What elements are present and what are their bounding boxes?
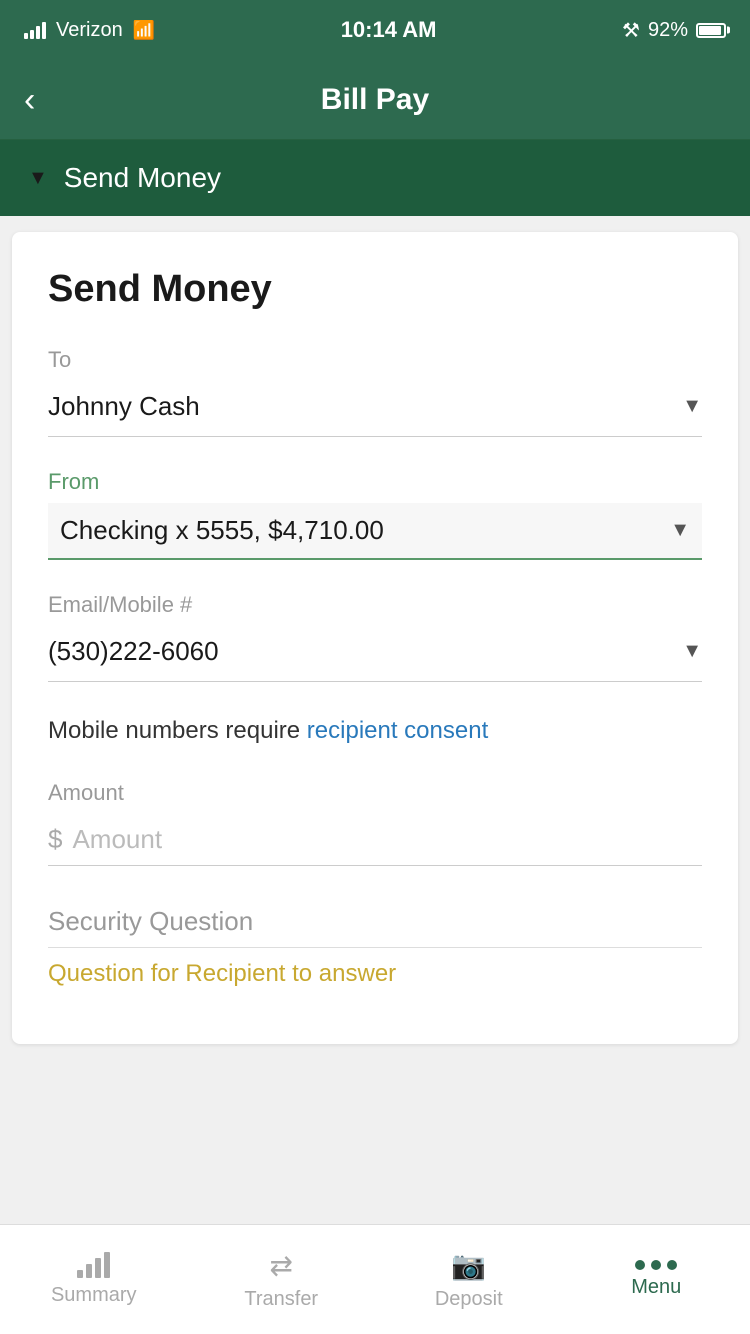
security-question-group: Security Question Question for Recipient… [48,906,702,988]
carrier-label: Verizon [56,19,123,42]
email-value: (530)222-6060 [48,636,219,667]
status-right: ⚒ 92% [622,18,726,43]
amount-field-group: Amount $ Amount [48,780,702,866]
status-left: Verizon 📶 [24,19,155,42]
security-placeholder[interactable]: Question for Recipient to answer [48,960,396,987]
to-field-group: To Johnny Cash ▼ [48,347,702,437]
from-field-group: From Checking x 5555, $4,710.00 ▼ [48,469,702,560]
battery-icon [696,23,726,38]
email-field-group: Email/Mobile # (530)222-6060 ▼ [48,592,702,682]
menu-icon [635,1260,677,1270]
recipient-consent-link[interactable]: recipient consent [307,717,488,744]
battery-percent: 92% [648,19,688,42]
dropdown-header[interactable]: ▼ Send Money [0,140,750,216]
status-bar: Verizon 📶 10:14 AM ⚒ 92% [0,0,750,60]
camera-icon: 📷 [451,1249,486,1282]
menu-label: Menu [631,1276,681,1299]
bottom-nav: Summary ⇄ Transfer 📷 Deposit Menu [0,1224,750,1334]
dollar-sign: $ [48,824,62,855]
signal-icon [24,21,46,39]
nav-bar: ‹ Bill Pay [0,60,750,140]
email-chevron-icon: ▼ [682,640,702,663]
content-card: Send Money To Johnny Cash ▼ From Checkin… [12,232,738,1044]
to-value: Johnny Cash [48,391,200,422]
transfer-label: Transfer [244,1288,318,1311]
card-title: Send Money [48,268,702,311]
from-label: From [48,469,702,495]
email-dropdown[interactable]: (530)222-6060 ▼ [48,626,702,682]
alarm-icon: ⚒ [622,18,640,43]
summary-label: Summary [51,1284,137,1307]
nav-title: Bill Pay [321,83,429,117]
nav-item-transfer[interactable]: ⇄ Transfer [188,1225,376,1334]
amount-input-row[interactable]: $ Amount [48,814,702,866]
back-button[interactable]: ‹ [24,83,35,117]
nav-item-deposit[interactable]: 📷 Deposit [375,1225,563,1334]
amount-label: Amount [48,780,702,806]
from-chevron-icon: ▼ [670,519,690,542]
amount-placeholder: Amount [72,824,162,855]
dropdown-arrow-icon: ▼ [28,167,48,190]
status-time: 10:14 AM [341,17,437,43]
from-dropdown[interactable]: Checking x 5555, $4,710.00 ▼ [48,503,702,560]
summary-icon [77,1252,110,1278]
transfer-icon: ⇄ [270,1249,293,1282]
nav-item-menu[interactable]: Menu [563,1225,750,1334]
to-dropdown[interactable]: Johnny Cash ▼ [48,381,702,437]
security-divider [48,947,702,948]
to-label: To [48,347,702,373]
mobile-note-text: Mobile numbers require [48,717,307,744]
nav-item-summary[interactable]: Summary [0,1225,188,1334]
to-chevron-icon: ▼ [682,395,702,418]
email-label: Email/Mobile # [48,592,702,618]
dropdown-header-title: Send Money [64,162,221,194]
deposit-label: Deposit [435,1288,503,1311]
mobile-note: Mobile numbers require recipient consent [48,714,702,748]
wifi-icon: 📶 [133,20,155,41]
security-label: Security Question [48,906,702,937]
from-value: Checking x 5555, $4,710.00 [60,515,384,546]
